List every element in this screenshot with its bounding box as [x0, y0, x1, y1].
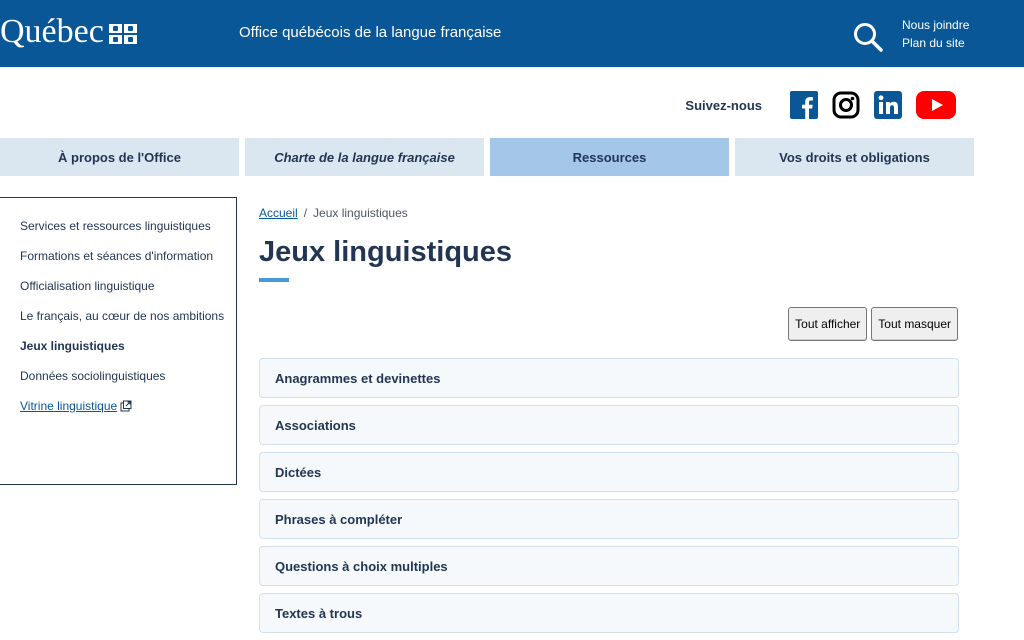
logo-wordmark: Québec [0, 13, 104, 50]
quick-links: Nous joindre Plan du site [902, 16, 969, 52]
title-underline [259, 278, 289, 282]
sidebar-item-vitrine-label: Vitrine linguistique [20, 399, 118, 413]
facebook-icon[interactable] [789, 90, 819, 120]
sidebar-item-officialization[interactable]: Officialisation linguistique [20, 277, 225, 295]
accordion-item-associations[interactable]: Associations [259, 405, 959, 445]
nav-about[interactable]: À propos de l'Office [0, 138, 239, 176]
sidebar-item-vitrine[interactable]: Vitrine linguistique [20, 397, 225, 417]
fleur-de-lis-flag-icon [108, 24, 137, 44]
sidebar-item-games[interactable]: Jeux linguistiques [20, 337, 225, 355]
breadcrumb: Accueil / Jeux linguistiques [259, 206, 408, 220]
sidebar-item-services[interactable]: Services et ressources linguistiques [20, 217, 225, 235]
sidebar-menu: Services et ressources linguistiques For… [0, 197, 237, 485]
breadcrumb-current: Jeux linguistiques [313, 206, 408, 220]
accordion-item-sentences[interactable]: Phrases à compléter [259, 499, 959, 539]
instagram-icon[interactable] [831, 90, 861, 120]
breadcrumb-separator: / [303, 206, 308, 220]
youtube-icon[interactable] [915, 90, 957, 120]
sidebar-item-ambitions[interactable]: Le français, au cœur de nos ambitions [20, 307, 225, 325]
sitemap-link[interactable]: Plan du site [902, 34, 969, 52]
games-accordion: Anagrammes et devinettes Associations Di… [259, 358, 959, 640]
sidebar-item-trainings[interactable]: Formations et séances d'information [20, 247, 225, 265]
accordion-item-multiple-choice[interactable]: Questions à choix multiples [259, 546, 959, 586]
contact-link[interactable]: Nous joindre [902, 16, 969, 34]
nav-rights[interactable]: Vos droits et obligations [735, 138, 974, 176]
linkedin-icon[interactable] [873, 90, 903, 120]
main-nav: À propos de l'Office Charte de la langue… [0, 138, 974, 176]
accordion-item-fill-in[interactable]: Textes à trous [259, 593, 959, 633]
accordion-item-dictations[interactable]: Dictées [259, 452, 959, 492]
accordion-controls: Tout afficher Tout masquer [788, 307, 958, 341]
social-label: Suivez-nous [685, 97, 762, 113]
page-title: Jeux linguistiques [259, 236, 512, 268]
breadcrumb-home-link[interactable]: Accueil [259, 206, 298, 220]
nav-charter[interactable]: Charte de la langue française [245, 138, 484, 176]
external-link-icon [120, 399, 132, 417]
sidebar-item-data[interactable]: Données sociolinguistiques [20, 367, 225, 385]
social-bar: Suivez-nous [685, 88, 957, 122]
accordion-item-anagrams[interactable]: Anagrammes et devinettes [259, 358, 959, 398]
nav-resources[interactable]: Ressources [490, 138, 729, 176]
top-bar: Québec Office québécois de la langue fra… [0, 0, 1024, 67]
search-icon[interactable] [851, 20, 885, 54]
hide-all-button[interactable]: Tout masquer [871, 307, 958, 341]
quebec-logo[interactable]: Québec [0, 12, 137, 52]
show-all-button[interactable]: Tout afficher [788, 307, 868, 341]
agency-name: Office québécois de la langue française [239, 24, 502, 41]
